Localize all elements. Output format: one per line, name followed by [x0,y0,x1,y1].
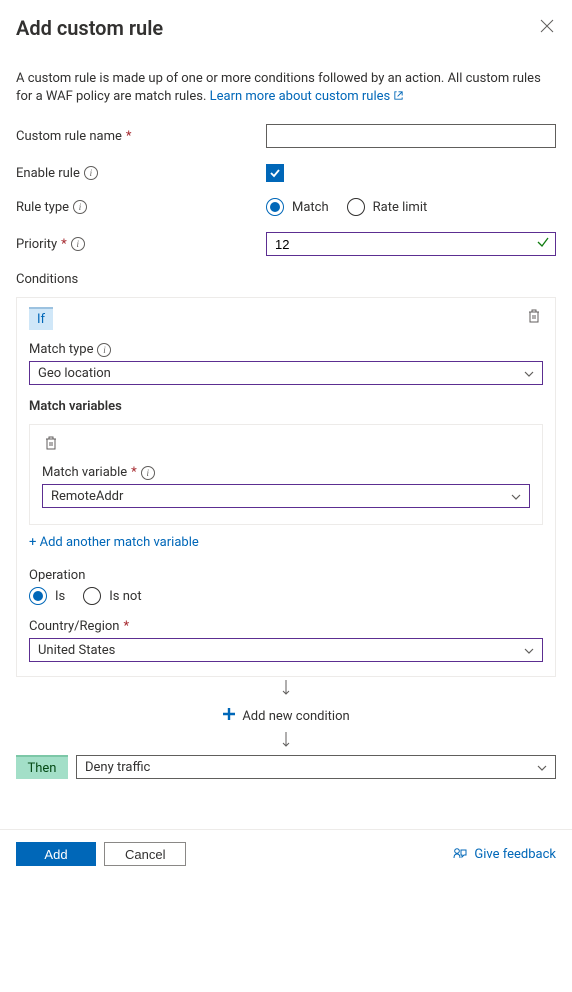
external-link-icon [393,90,404,101]
info-icon[interactable]: i [71,237,85,251]
radio-label: Rate limit [373,200,428,215]
match-type-label: Match type i [29,342,543,357]
add-condition-label: Add new condition [242,709,349,724]
select-value: RemoteAddr [51,489,123,504]
conditions-container: If Match type i Geo location Match varia… [16,297,556,677]
intro-text: A custom rule is made up of one or more … [16,70,556,106]
radio-label: Is [55,589,65,604]
operation-is-radio[interactable]: Is [29,587,65,605]
custom-rule-name-label: Custom rule name * [16,129,266,144]
enable-rule-label: Enable rule i [16,166,266,181]
cancel-button[interactable]: Cancel [104,842,186,866]
info-icon[interactable]: i [97,343,111,357]
check-icon [269,167,281,179]
chevron-down-icon [524,366,534,381]
radio-label: Match [292,200,329,215]
info-icon[interactable]: i [73,200,87,214]
page-title: Add custom rule [16,16,163,40]
radio-icon [347,198,365,216]
radio-icon [83,587,101,605]
close-icon[interactable] [538,16,556,39]
radio-label: Is not [109,589,141,604]
add-button[interactable]: Add [16,842,96,866]
custom-rule-name-input[interactable] [266,124,556,148]
delete-variable-button[interactable] [42,438,60,457]
info-icon[interactable]: i [141,466,155,480]
delete-condition-button[interactable] [525,306,543,330]
trash-icon [44,435,58,451]
give-feedback-link[interactable]: Give feedback [452,846,556,862]
then-chip: Then [16,755,68,779]
match-variable-label: Match variable * i [42,465,530,480]
required-marker: * [61,237,67,252]
required-marker: * [126,129,132,144]
radio-icon [29,587,47,605]
select-value: United States [38,643,115,658]
rule-type-match-radio[interactable]: Match [266,198,329,216]
select-value: Deny traffic [85,760,150,775]
chevron-down-icon [524,643,534,658]
radio-icon [266,198,284,216]
select-value: Geo location [38,366,111,381]
match-type-select[interactable]: Geo location [29,361,543,385]
operation-label: Operation [29,568,543,583]
match-variables-container: Match variable * i RemoteAddr [29,424,543,525]
chevron-down-icon [537,760,547,775]
info-icon[interactable]: i [84,166,98,180]
match-variable-select[interactable]: RemoteAddr [42,484,530,508]
add-match-variable-link[interactable]: + Add another match variable [29,535,199,550]
priority-input[interactable] [266,232,556,256]
match-variables-heading: Match variables [29,399,543,414]
required-marker: * [131,465,137,480]
add-new-condition-button[interactable]: Add new condition [16,703,556,729]
enable-rule-checkbox[interactable] [266,164,284,182]
then-action-select[interactable]: Deny traffic [76,755,556,779]
arrow-down-icon [16,679,556,701]
feedback-icon [452,846,468,862]
rule-type-label: Rule type i [16,200,266,215]
country-region-select[interactable]: United States [29,638,543,662]
operation-isnot-radio[interactable]: Is not [83,587,141,605]
country-region-label: Country/Region * [29,619,543,634]
priority-label: Priority * i [16,237,266,252]
learn-more-link[interactable]: Learn more about custom rules [210,89,405,104]
rule-type-ratelimit-radio[interactable]: Rate limit [347,198,428,216]
conditions-heading: Conditions [16,272,556,287]
arrow-down-icon [16,731,556,753]
trash-icon [527,308,541,324]
chevron-down-icon [511,489,521,504]
plus-icon [222,707,236,725]
if-chip: If [29,307,53,330]
required-marker: * [123,619,129,634]
